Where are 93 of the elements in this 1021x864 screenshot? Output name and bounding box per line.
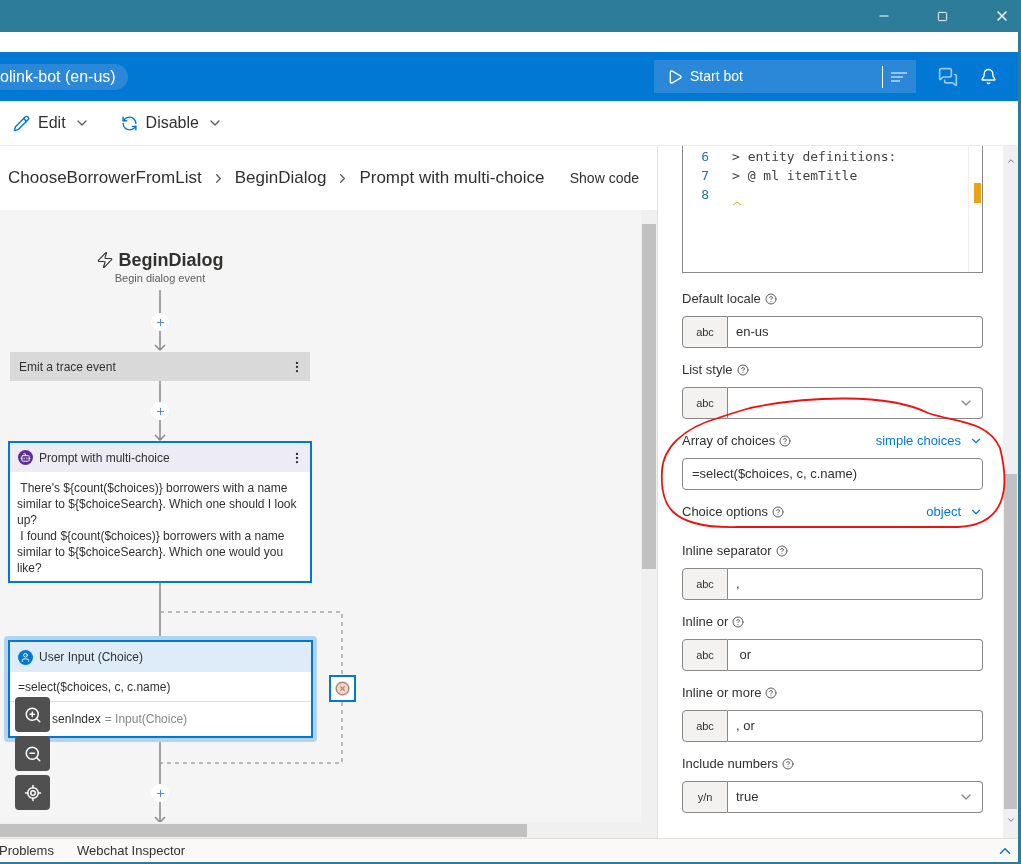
breadcrumb-link[interactable]: BeginDialog bbox=[234, 165, 327, 191]
node-title: Emit a trace event bbox=[19, 358, 116, 376]
field-label: Choice options bbox=[682, 503, 768, 522]
trigger-title: BeginDialog bbox=[118, 250, 224, 270]
action-node[interactable]: Emit a trace event bbox=[10, 352, 310, 381]
bot-icon bbox=[18, 450, 33, 465]
mode-dropdown[interactable]: object bbox=[926, 502, 983, 522]
trigger-subtitle: Begin dialog event bbox=[114, 271, 206, 286]
bot-name-pill[interactable]: olink-bot (en-us) bbox=[0, 63, 128, 90]
prompt-text: I found ${count($choices)} borrowers with a name similar to ${$choiceSearch}. Which one would you like? bbox=[17, 528, 286, 576]
field-label: Array of choices bbox=[682, 432, 776, 451]
help-icon[interactable] bbox=[779, 435, 792, 447]
code-line: > entity definitions: bbox=[732, 148, 897, 166]
type-tag: abc bbox=[682, 639, 728, 671]
chat-icon[interactable] bbox=[938, 67, 958, 87]
variable-name: senIndex bbox=[52, 711, 101, 728]
bottom-tab[interactable]: Problems bbox=[0, 840, 54, 861]
prompt-text: There's ${count($choices)} borrowers with a name similar to ${$choiceSearch}. Which one should I look up? bbox=[17, 480, 298, 528]
line-number: 8 bbox=[700, 186, 709, 204]
menu-icon[interactable] bbox=[891, 71, 907, 82]
scroll-up-icon[interactable] bbox=[1005, 156, 1016, 166]
lightning-icon bbox=[96, 251, 115, 269]
play-icon bbox=[667, 68, 683, 85]
help-icon[interactable] bbox=[736, 364, 749, 376]
error-node[interactable] bbox=[329, 675, 356, 702]
code-editor[interactable]: 6 > entity definitions: 7 > @ ml itemTitle 8 bbox=[682, 146, 983, 273]
choices-expression: =select($choices, c, c.name) bbox=[18, 678, 171, 696]
toolbar-button[interactable]: Disable bbox=[120, 111, 223, 135]
help-icon[interactable] bbox=[782, 758, 795, 770]
scrollbar-thumb[interactable] bbox=[0, 823, 527, 837]
type-tag: abc bbox=[682, 316, 728, 348]
field-label: Inline or bbox=[682, 613, 729, 632]
bell-icon[interactable] bbox=[980, 68, 997, 85]
zoom-out-icon bbox=[23, 744, 42, 763]
scroll-down-icon[interactable] bbox=[1005, 815, 1016, 825]
type-tag: y/n bbox=[682, 781, 728, 813]
help-icon[interactable] bbox=[765, 687, 778, 699]
start-bot-label: Start bot bbox=[690, 67, 743, 86]
zoom-in-button[interactable] bbox=[15, 697, 50, 732]
mode-dropdown[interactable]: simple choices bbox=[875, 431, 983, 451]
code-line: > @ ml itemTitle bbox=[732, 167, 858, 185]
input-field[interactable]: =select($choices, c, c.name) bbox=[682, 458, 983, 490]
connector-arrow bbox=[154, 380, 166, 442]
field-label: Default locale bbox=[682, 290, 761, 309]
node-title: Prompt with multi-choice bbox=[39, 449, 170, 467]
line-number: 7 bbox=[700, 167, 709, 185]
input-field[interactable]: en-us bbox=[728, 316, 983, 348]
line-number: 6 bbox=[700, 148, 709, 166]
input-field[interactable]: , bbox=[728, 568, 983, 600]
help-icon[interactable] bbox=[775, 545, 788, 557]
toolbar-button[interactable]: Edit bbox=[13, 111, 90, 135]
type-tag: abc bbox=[682, 568, 728, 600]
warning-squiggle-icon bbox=[733, 201, 741, 206]
add-step-button[interactable] bbox=[151, 784, 169, 802]
help-icon[interactable] bbox=[772, 506, 784, 518]
field-label: Include numbers bbox=[682, 755, 779, 774]
prompt-node[interactable] bbox=[8, 441, 312, 583]
input-field[interactable]: , or bbox=[728, 710, 983, 742]
error-icon bbox=[335, 681, 350, 696]
recenter-button[interactable] bbox=[15, 775, 50, 810]
field-label: List style bbox=[682, 361, 733, 380]
field-label: Inline separator bbox=[682, 542, 772, 561]
select-field[interactable] bbox=[728, 387, 983, 419]
input-field[interactable]: or bbox=[728, 639, 983, 671]
bottom-tab[interactable]: Webchat Inspector bbox=[76, 840, 186, 861]
scrollbar-thumb[interactable] bbox=[642, 224, 656, 569]
plus-icon bbox=[154, 787, 166, 799]
show-code-button[interactable]: Show code bbox=[569, 167, 639, 189]
type-tag: abc bbox=[682, 710, 728, 742]
assignment-text: = Input(Choice) bbox=[104, 711, 188, 728]
node-title: User Input (Choice) bbox=[39, 649, 144, 666]
type-tag: abc bbox=[682, 387, 728, 419]
sync-icon bbox=[120, 114, 138, 132]
locate-icon bbox=[23, 783, 42, 802]
scrollbar-thumb[interactable] bbox=[1004, 474, 1017, 809]
plus-icon bbox=[154, 405, 166, 417]
scroll-marker bbox=[974, 183, 981, 203]
plus-icon bbox=[154, 316, 166, 328]
input-node[interactable]: User Input (Choice) =select($choices, c, c.name) senIndex = Input(Choice) bbox=[8, 640, 313, 738]
zoom-in-icon bbox=[23, 705, 42, 724]
breadcrumb-link[interactable]: ChooseBorrowerFromList bbox=[8, 165, 202, 191]
help-icon[interactable] bbox=[732, 616, 745, 628]
add-step-button[interactable] bbox=[151, 402, 169, 420]
user-icon bbox=[18, 649, 33, 665]
breadcrumb-link[interactable]: Prompt with multi-choice bbox=[359, 165, 545, 191]
help-icon[interactable] bbox=[764, 293, 777, 305]
maximize-icon[interactable] bbox=[937, 10, 948, 22]
pencil-icon bbox=[13, 114, 30, 132]
zoom-out-button[interactable] bbox=[15, 736, 50, 771]
add-step-button[interactable] bbox=[151, 313, 169, 331]
start-bot-button[interactable]: Start bot bbox=[654, 60, 916, 93]
field-label: Inline or more bbox=[682, 684, 762, 703]
select-field[interactable]: true bbox=[728, 781, 983, 813]
